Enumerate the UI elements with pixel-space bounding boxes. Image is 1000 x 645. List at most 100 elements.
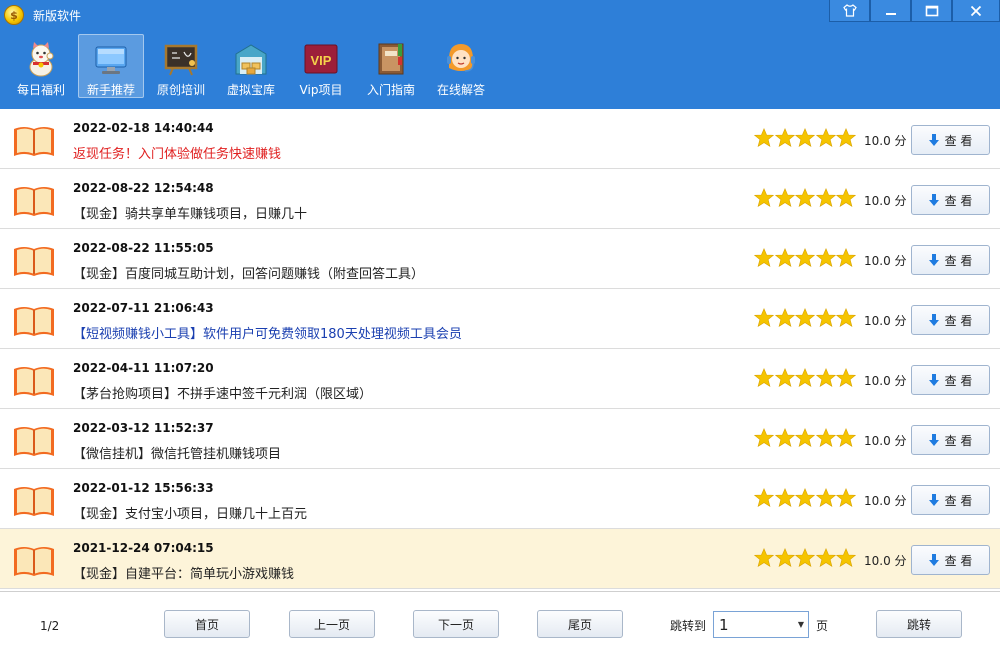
item-title[interactable]: 【现金】自建平台：简单玩小游戏赚钱 bbox=[73, 563, 294, 582]
tool-label: 新手推荐 bbox=[86, 83, 135, 97]
list-item[interactable]: 2022-04-11 11:07:20 【茅台抢购项目】不拼手速中签千元利润（限区… bbox=[0, 349, 1000, 409]
star-icon bbox=[815, 248, 836, 268]
download-arrow-icon bbox=[928, 494, 939, 506]
star-icon bbox=[794, 308, 816, 328]
item-title[interactable]: 【现金】支付宝小项目，日赚几十上百元 bbox=[73, 503, 307, 522]
first-page-button[interactable]: 首页 bbox=[164, 610, 250, 638]
item-title[interactable]: 【微信挂机】微信托管挂机赚钱项目 bbox=[73, 443, 281, 462]
view-button[interactable]: 查 看 bbox=[911, 545, 990, 575]
download-arrow-icon bbox=[928, 374, 939, 386]
maximize-button[interactable] bbox=[911, 0, 952, 22]
close-button[interactable] bbox=[952, 0, 1000, 22]
tool-beginner-guide[interactable]: 入门指南 bbox=[358, 34, 424, 98]
star-icon bbox=[753, 128, 775, 148]
star-icon bbox=[835, 188, 857, 208]
list-item[interactable]: 2022-02-18 14:40:44 返现任务！入门体验做任务快速赚钱 10.0 … bbox=[0, 109, 1000, 169]
item-timestamp: 2022-01-12 15:56:33 bbox=[73, 481, 214, 495]
view-button[interactable]: 查 看 bbox=[911, 125, 990, 155]
star-icon bbox=[835, 128, 857, 148]
download-arrow-icon bbox=[928, 194, 939, 206]
tool-virtual-treasury[interactable]: 虚拟宝库 bbox=[218, 34, 284, 98]
item-timestamp: 2022-03-12 11:52:37 bbox=[73, 421, 214, 435]
tool-vip-projects[interactable]: VIP Vip项目 bbox=[288, 34, 354, 98]
view-button[interactable]: 查 看 bbox=[911, 305, 990, 335]
warehouse-icon bbox=[233, 41, 269, 77]
star-icon bbox=[794, 548, 816, 568]
star-icon bbox=[815, 488, 836, 508]
star-icon bbox=[774, 428, 795, 448]
list-item[interactable]: 2022-08-22 11:55:05 【现金】百度同城互助计划，回答问题赚钱（附… bbox=[0, 229, 1000, 289]
star-icon bbox=[753, 428, 775, 448]
lucky-cat-icon bbox=[23, 41, 59, 77]
list-item[interactable]: 2022-03-12 11:52:37 【微信挂机】微信托管挂机赚钱项目 10.0 … bbox=[0, 409, 1000, 469]
rating-stars bbox=[753, 488, 857, 508]
last-page-button[interactable]: 尾页 bbox=[537, 610, 623, 638]
star-icon bbox=[815, 188, 836, 208]
tool-label: 入门指南 bbox=[366, 83, 415, 97]
star-icon bbox=[815, 548, 836, 568]
view-button[interactable]: 查 看 bbox=[911, 245, 990, 275]
tool-label: 原创培训 bbox=[156, 83, 205, 97]
next-page-button[interactable]: 下一页 bbox=[413, 610, 499, 638]
list-item[interactable]: 2022-08-22 12:54:48 【现金】骑共享单车赚钱项目，日赚几十 10.… bbox=[0, 169, 1000, 229]
skin-button[interactable] bbox=[829, 0, 870, 22]
item-title[interactable]: 返现任务！入门体验做任务快速赚钱 bbox=[73, 143, 281, 162]
item-timestamp: 2022-02-18 14:40:44 bbox=[73, 121, 214, 135]
item-title[interactable]: 【现金】骑共享单车赚钱项目，日赚几十 bbox=[73, 203, 307, 222]
app-logo-icon: $ bbox=[4, 5, 24, 25]
chevron-down-icon[interactable]: ▼ bbox=[794, 612, 808, 637]
vip-badge-text: VIP bbox=[311, 53, 332, 68]
rating-score: 10.0 分 bbox=[864, 434, 907, 448]
list-item[interactable]: 2021-12-24 07:04:15 【现金】自建平台：简单玩小游戏赚钱 10.0… bbox=[0, 529, 1000, 589]
rating-score: 10.0 分 bbox=[864, 194, 907, 208]
guide-book-icon bbox=[373, 41, 409, 77]
download-arrow-icon bbox=[928, 254, 939, 266]
tool-newbie-recommend[interactable]: 新手推荐 bbox=[78, 34, 144, 98]
star-icon bbox=[774, 548, 795, 568]
star-icon bbox=[815, 128, 836, 148]
view-button[interactable]: 查 看 bbox=[911, 185, 990, 215]
prev-page-button[interactable]: 上一页 bbox=[289, 610, 375, 638]
item-timestamp: 2022-08-22 11:55:05 bbox=[73, 241, 214, 255]
item-timestamp: 2022-04-11 11:07:20 bbox=[73, 361, 214, 375]
list-item[interactable]: 2022-01-12 15:56:33 【现金】支付宝小项目，日赚几十上百元 10.… bbox=[0, 469, 1000, 529]
item-title[interactable]: 【短视频赚钱小工具】软件用户可免费领取180天处理视频工具会员 bbox=[73, 323, 462, 342]
rating-score: 10.0 分 bbox=[864, 554, 907, 568]
rating-score: 10.0 分 bbox=[864, 134, 907, 148]
star-icon bbox=[835, 548, 857, 568]
star-icon bbox=[835, 308, 857, 328]
view-button[interactable]: 查 看 bbox=[911, 365, 990, 395]
rating-score: 10.0 分 bbox=[864, 314, 907, 328]
star-icon bbox=[753, 368, 775, 388]
item-title[interactable]: 【现金】百度同城互助计划，回答问题赚钱（附查回答工具） bbox=[73, 263, 424, 282]
star-icon bbox=[815, 428, 836, 448]
download-arrow-icon bbox=[928, 434, 939, 446]
rating-stars bbox=[753, 308, 857, 328]
page-number-select[interactable]: 1 ▼ bbox=[713, 611, 809, 638]
star-icon bbox=[774, 488, 795, 508]
book-icon bbox=[13, 365, 55, 398]
jump-button[interactable]: 跳转 bbox=[876, 610, 962, 638]
star-icon bbox=[835, 248, 857, 268]
tool-original-training[interactable]: 原创培训 bbox=[148, 34, 214, 98]
rating-stars bbox=[753, 548, 857, 568]
tool-daily-welfare[interactable]: 每日福利 bbox=[8, 34, 74, 98]
view-button[interactable]: 查 看 bbox=[911, 425, 990, 455]
star-icon bbox=[835, 488, 857, 508]
list-item[interactable]: 2022-07-11 21:06:43 【短视频赚钱小工具】软件用户可免费领取18… bbox=[0, 289, 1000, 349]
chalkboard-icon bbox=[163, 41, 199, 77]
star-icon bbox=[774, 248, 795, 268]
pagination-bar: 1/2 首页 上一页 下一页 尾页 跳转到 1 ▼ 页 跳转 bbox=[0, 591, 1000, 645]
star-icon bbox=[794, 368, 816, 388]
tool-online-answers[interactable]: 在线解答 bbox=[428, 34, 494, 98]
item-title[interactable]: 【茅台抢购项目】不拼手速中签千元利润（限区域） bbox=[73, 383, 372, 402]
item-timestamp: 2022-07-11 21:06:43 bbox=[73, 301, 214, 315]
minimize-icon bbox=[885, 12, 896, 15]
view-button-label: 查 看 bbox=[944, 133, 973, 148]
view-button[interactable]: 查 看 bbox=[911, 485, 990, 515]
rating-stars bbox=[753, 428, 857, 448]
minimize-button[interactable] bbox=[870, 0, 911, 22]
book-icon bbox=[13, 305, 55, 338]
star-icon bbox=[753, 308, 775, 328]
star-icon bbox=[774, 128, 795, 148]
